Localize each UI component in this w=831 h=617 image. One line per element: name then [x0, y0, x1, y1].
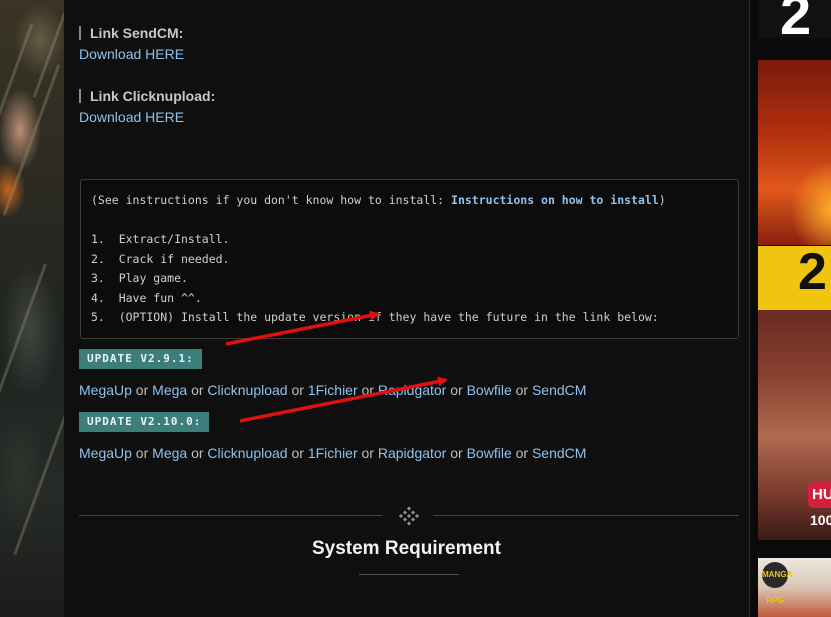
mirror-link-mega[interactable]: Mega [152, 445, 187, 461]
separator-or: or [187, 382, 208, 398]
mirror-link-1fichier[interactable]: 1Fichier [308, 445, 358, 461]
thumbnail-text: 2 [798, 246, 827, 301]
separator-or: or [446, 382, 467, 398]
mirror-link-megaup[interactable]: MegaUp [79, 445, 132, 461]
update-v2-9-1-badge: UPDATE V2.9.1: [79, 349, 202, 369]
instruction-step: 1. Extract/Install. [91, 232, 230, 246]
instruction-step: 3. Play game. [91, 271, 188, 285]
separator-or: or [357, 382, 378, 398]
mirror-link-clicknupload[interactable]: Clicknupload [207, 382, 287, 398]
mirror-link-clicknupload[interactable]: Clicknupload [207, 445, 287, 461]
sidebar-thumbnail[interactable]: 2 [758, 246, 831, 310]
thumbnail-badge: HU [808, 482, 831, 508]
thumbnail-text: 2 [780, 0, 812, 38]
link-clicknupload-label: Link Clicknupload: [79, 89, 215, 103]
separator-or: or [187, 445, 208, 461]
update-v2-10-0-mirrors: MegaUp or Mega or Clicknupload or 1Fichi… [79, 445, 586, 461]
separator-or: or [131, 445, 153, 461]
manga-rpg-logo: MANGA RPG [762, 562, 792, 605]
install-instructions-link[interactable]: Instructions on how to install [451, 193, 659, 207]
mirror-link-rapidgator[interactable]: Rapidgator [378, 445, 447, 461]
mirror-link-mega[interactable]: Mega [152, 382, 187, 398]
update-v2-10-0-badge: UPDATE V2.10.0: [79, 412, 210, 432]
instruction-step: 4. Have fun ^^. [91, 291, 202, 305]
mirror-link-bowfile[interactable]: Bowfile [467, 382, 512, 398]
intro-prefix-text: (See instructions if you don't know how … [91, 193, 452, 207]
download-sendcm-link[interactable]: Download HERE [79, 46, 184, 62]
diamond-dots-icon [399, 506, 419, 526]
instruction-step: 2. Crack if needed. [91, 252, 230, 266]
mirror-link-rapidgator[interactable]: Rapidgator [378, 382, 447, 398]
thumbnail-count: 100 [810, 512, 831, 528]
system-requirement-heading: System Requirement [311, 538, 501, 559]
sidebar-thumbnail[interactable]: MANGA RPG [758, 558, 831, 617]
heading-underline [359, 574, 459, 575]
download-clicknupload-link[interactable]: Download HERE [79, 109, 184, 125]
instruction-step: 5. (OPTION) Install the update version i… [91, 310, 659, 324]
separator-or: or [446, 445, 467, 461]
separator-or: or [287, 382, 308, 398]
intro-suffix-text: ) [658, 193, 666, 207]
separator-or: or [357, 445, 378, 461]
mirror-link-1fichier[interactable]: 1Fichier [308, 382, 358, 398]
separator-or: or [287, 445, 308, 461]
link-sendcm-label: Link SendCM: [79, 26, 183, 40]
mirror-link-sendcm[interactable]: SendCM [532, 382, 586, 398]
mirror-link-bowfile[interactable]: Bowfile [467, 445, 512, 461]
divider-line-right [433, 515, 739, 516]
mirror-link-megaup[interactable]: MegaUp [79, 382, 132, 398]
separator-or: or [511, 382, 532, 398]
instructions-intro: (See instructions if you don't know how … [91, 193, 666, 207]
left-background-artwork [0, 0, 64, 617]
install-instructions-box: (See instructions if you don't know how … [80, 179, 739, 339]
sidebar-thumbnail[interactable]: 2 [758, 0, 831, 38]
mirror-link-sendcm[interactable]: SendCM [532, 445, 586, 461]
separator-or: or [511, 445, 532, 461]
sidebar-thumbnail[interactable]: HU 100 [758, 310, 831, 540]
divider-line-left [79, 515, 382, 516]
sidebar-thumbnail[interactable] [758, 60, 831, 245]
separator-or: or [131, 382, 153, 398]
post-content: Link SendCM: Download HERE Link Clicknup… [64, 0, 750, 617]
sidebar-thumbnails: 2 2 HU 100 MANGA RPG [750, 0, 831, 617]
update-v2-9-1-mirrors: MegaUp or Mega or Clicknupload or 1Fichi… [79, 382, 586, 398]
